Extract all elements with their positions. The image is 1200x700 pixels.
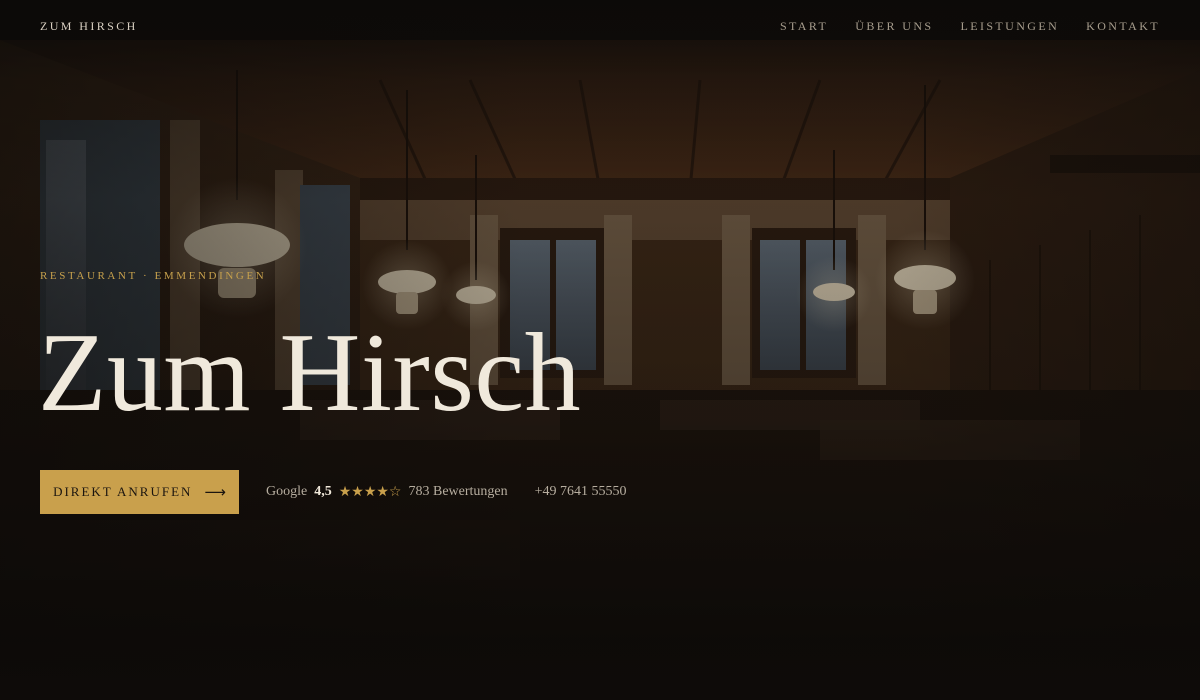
hero-eyebrow: RESTAURANT · EMMENDINGEN [40, 270, 267, 282]
top-navigation: ZUM HIRSCH START ÜBER UNS LEISTUNGEN KON… [0, 0, 1200, 56]
rating-source: Google [266, 484, 308, 499]
call-now-label: DIREKT ANRUFEN [53, 484, 193, 499]
page-title: Zum Hirsch [38, 311, 582, 435]
google-rating: Google 4,5 ★★★★☆ 783 Bewertungen [266, 484, 508, 500]
nav-item-ueber-uns[interactable]: ÜBER UNS [855, 19, 933, 34]
rating-score: 4,5 [314, 484, 332, 499]
star-rating-icon: ★★★★☆ [338, 484, 402, 500]
main-menu: START ÜBER UNS LEISTUNGEN KONTAKT [780, 19, 1160, 34]
review-count: 783 Bewertungen [408, 484, 508, 499]
nav-item-start[interactable]: START [780, 19, 828, 34]
call-now-button[interactable]: DIREKT ANRUFEN ⟶ [40, 470, 239, 514]
nav-item-leistungen[interactable]: LEISTUNGEN [961, 19, 1060, 34]
phone-link[interactable]: +49 7641 55550 [535, 484, 627, 500]
brand-logo[interactable]: ZUM HIRSCH [40, 19, 138, 34]
hero-actions: DIREKT ANRUFEN ⟶ Google 4,5 ★★★★☆ 783 Be… [40, 470, 627, 514]
arrow-right-icon: ⟶ [204, 482, 226, 501]
nav-item-kontakt[interactable]: KONTAKT [1086, 19, 1160, 34]
